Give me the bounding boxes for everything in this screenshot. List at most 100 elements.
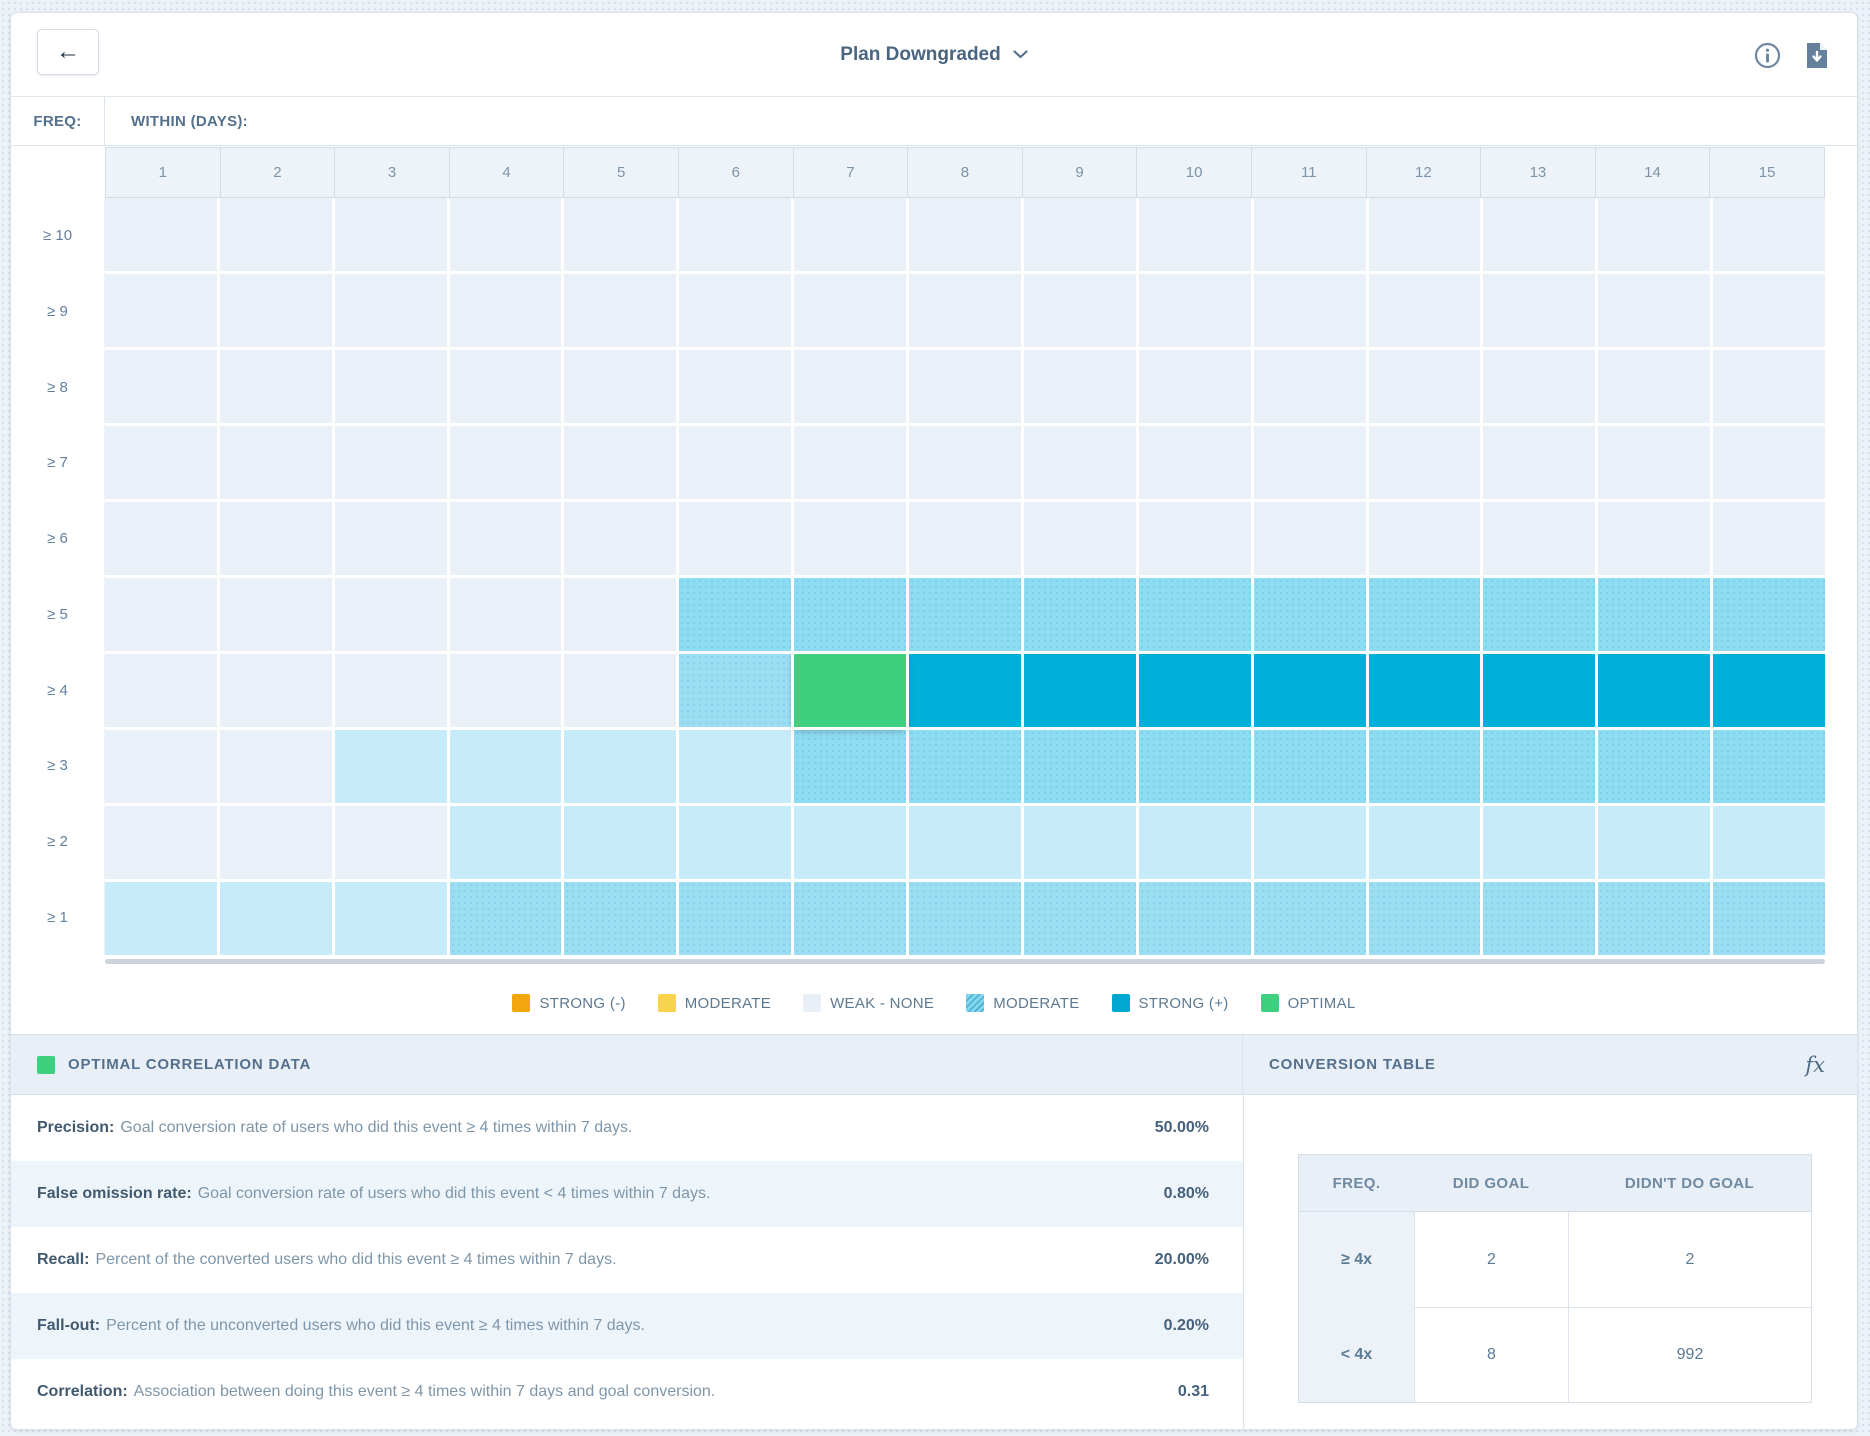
heatmap-cell[interactable] — [909, 882, 1021, 955]
heatmap-cell[interactable] — [105, 350, 217, 423]
heatmap-cell[interactable] — [105, 654, 217, 727]
heatmap-cell[interactable] — [1024, 350, 1136, 423]
heatmap-cell[interactable] — [1024, 806, 1136, 879]
heatmap-cell[interactable] — [450, 198, 562, 271]
heatmap-cell[interactable] — [909, 274, 1021, 347]
heatmap-cell[interactable] — [1024, 882, 1136, 955]
info-icon[interactable] — [1754, 42, 1781, 69]
heatmap-cell[interactable] — [1369, 198, 1481, 271]
heatmap-cell[interactable] — [1024, 730, 1136, 803]
heatmap-cell[interactable] — [1024, 426, 1136, 499]
heatmap-cell[interactable] — [220, 730, 332, 803]
heatmap-cell[interactable] — [1369, 502, 1481, 575]
heatmap-cell[interactable] — [1713, 730, 1825, 803]
heatmap-cell[interactable] — [1024, 502, 1136, 575]
heatmap-cell[interactable] — [679, 806, 791, 879]
heatmap-cell[interactable] — [1483, 654, 1595, 727]
back-button[interactable]: ← — [37, 29, 99, 75]
heatmap-cell[interactable] — [450, 882, 562, 955]
heatmap-cell[interactable] — [1598, 274, 1710, 347]
heatmap-cell[interactable] — [105, 502, 217, 575]
heatmap-cell[interactable] — [1483, 806, 1595, 879]
heatmap-cell[interactable] — [1254, 730, 1366, 803]
heatmap-cell[interactable] — [450, 350, 562, 423]
heatmap-cell[interactable] — [335, 882, 447, 955]
heatmap-cell[interactable] — [679, 274, 791, 347]
heatmap-cell[interactable] — [1713, 502, 1825, 575]
heatmap-cell[interactable] — [105, 806, 217, 879]
heatmap-cell[interactable] — [564, 350, 676, 423]
heatmap-cell[interactable] — [679, 198, 791, 271]
heatmap-cell[interactable] — [1024, 274, 1136, 347]
heatmap-cell[interactable] — [220, 274, 332, 347]
heatmap-cell[interactable] — [1024, 578, 1136, 651]
heatmap-cell[interactable] — [450, 502, 562, 575]
heatmap-cell[interactable] — [679, 882, 791, 955]
heatmap-cell[interactable] — [1598, 350, 1710, 423]
horizontal-scrollbar[interactable] — [105, 959, 1825, 964]
heatmap-cell[interactable] — [1139, 350, 1251, 423]
heatmap-cell[interactable] — [909, 654, 1021, 727]
heatmap-cell[interactable] — [335, 654, 447, 727]
heatmap-cell[interactable] — [450, 274, 562, 347]
heatmap-cell[interactable] — [1024, 198, 1136, 271]
heatmap-cell[interactable] — [105, 198, 217, 271]
heatmap-cell[interactable] — [564, 198, 676, 271]
heatmap-cell[interactable] — [1369, 806, 1481, 879]
heatmap-cell[interactable] — [564, 806, 676, 879]
heatmap-cell[interactable] — [1713, 350, 1825, 423]
heatmap-cell[interactable] — [1369, 426, 1481, 499]
heatmap-cell[interactable] — [909, 350, 1021, 423]
heatmap-cell[interactable] — [450, 578, 562, 651]
heatmap-cell[interactable] — [564, 274, 676, 347]
heatmap-cell[interactable] — [564, 502, 676, 575]
heatmap-cell[interactable] — [1369, 730, 1481, 803]
heatmap-cell[interactable] — [794, 198, 906, 271]
heatmap-cell[interactable] — [335, 274, 447, 347]
heatmap-cell[interactable] — [909, 730, 1021, 803]
heatmap-cell[interactable] — [564, 654, 676, 727]
heatmap-cell[interactable] — [220, 350, 332, 423]
heatmap-cell[interactable] — [450, 806, 562, 879]
heatmap-cell[interactable] — [679, 730, 791, 803]
heatmap-cell[interactable] — [1369, 654, 1481, 727]
heatmap-cell[interactable] — [105, 274, 217, 347]
heatmap-cell[interactable] — [909, 502, 1021, 575]
heatmap-cell[interactable] — [450, 654, 562, 727]
heatmap-cell[interactable] — [1254, 806, 1366, 879]
heatmap-cell[interactable] — [1713, 578, 1825, 651]
heatmap-cell-selected[interactable] — [794, 654, 906, 727]
heatmap-cell[interactable] — [1483, 198, 1595, 271]
heatmap-cell[interactable] — [220, 198, 332, 271]
heatmap-cell[interactable] — [1139, 502, 1251, 575]
heatmap-cell[interactable] — [1483, 882, 1595, 955]
heatmap-cell[interactable] — [1483, 350, 1595, 423]
heatmap-cell[interactable] — [1598, 426, 1710, 499]
heatmap-cell[interactable] — [679, 426, 791, 499]
heatmap-cell[interactable] — [794, 730, 906, 803]
download-icon[interactable] — [1805, 41, 1829, 70]
heatmap-cell[interactable] — [1254, 426, 1366, 499]
heatmap-cell[interactable] — [1713, 806, 1825, 879]
heatmap-cell[interactable] — [1254, 882, 1366, 955]
heatmap-cell[interactable] — [105, 730, 217, 803]
heatmap-cell[interactable] — [1254, 654, 1366, 727]
heatmap-cell[interactable] — [794, 426, 906, 499]
heatmap-cell[interactable] — [794, 806, 906, 879]
heatmap-cell[interactable] — [1713, 426, 1825, 499]
heatmap-cell[interactable] — [1369, 350, 1481, 423]
heatmap-cell[interactable] — [220, 654, 332, 727]
heatmap-cell[interactable] — [335, 502, 447, 575]
heatmap-cell[interactable] — [909, 426, 1021, 499]
heatmap-cell[interactable] — [1713, 882, 1825, 955]
heatmap-cell[interactable] — [220, 578, 332, 651]
heatmap-cell[interactable] — [1139, 274, 1251, 347]
heatmap-cell[interactable] — [679, 502, 791, 575]
heatmap-cell[interactable] — [1139, 198, 1251, 271]
heatmap-cell[interactable] — [1139, 426, 1251, 499]
heatmap-cell[interactable] — [105, 426, 217, 499]
heatmap-cell[interactable] — [335, 426, 447, 499]
heatmap-cell[interactable] — [1713, 274, 1825, 347]
heatmap-cell[interactable] — [105, 882, 217, 955]
heatmap-cell[interactable] — [1254, 274, 1366, 347]
